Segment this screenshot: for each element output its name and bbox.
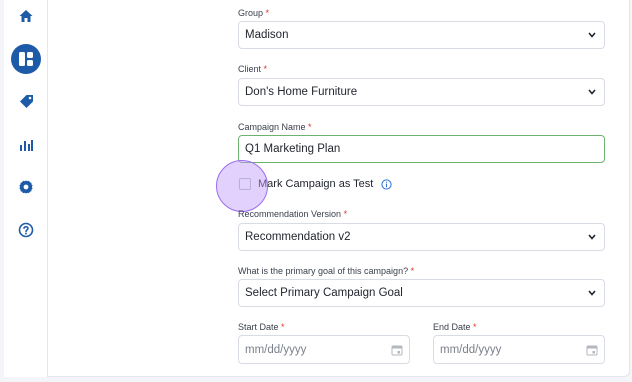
bar-chart-icon[interactable] xyxy=(12,131,40,159)
gear-icon[interactable] xyxy=(12,173,40,201)
primary-goal-select[interactable]: Select Primary Campaign Goal xyxy=(238,279,605,307)
tag-icon[interactable] xyxy=(12,87,40,115)
recommendation-version-select[interactable]: Recommendation v2 xyxy=(238,223,605,251)
chevron-down-icon xyxy=(588,234,596,240)
chevron-down-icon xyxy=(588,89,596,95)
client-select[interactable]: Don's Home Furniture xyxy=(238,78,605,106)
touch-indicator xyxy=(216,160,268,212)
chevron-down-icon xyxy=(588,32,596,38)
client-label: Client * xyxy=(238,64,268,74)
end-date-input[interactable]: mm/dd/yyyy xyxy=(433,335,605,364)
calendar-icon[interactable] xyxy=(391,344,403,356)
end-date-label: End Date * xyxy=(433,322,477,332)
start-date-input[interactable]: mm/dd/yyyy xyxy=(238,335,410,364)
sidebar xyxy=(4,0,48,377)
home-icon[interactable] xyxy=(12,2,40,30)
chevron-down-icon xyxy=(588,290,596,296)
info-icon[interactable] xyxy=(381,178,392,190)
calendar-icon[interactable] xyxy=(586,344,598,356)
campaign-name-label: Campaign Name * xyxy=(238,122,312,132)
campaign-name-input[interactable]: Q1 Marketing Plan xyxy=(238,135,605,163)
recommendation-version-label: Recommendation Version * xyxy=(238,209,348,219)
group-select[interactable]: Madison xyxy=(238,21,605,49)
primary-goal-label: What is the primary goal of this campaig… xyxy=(238,266,415,276)
help-icon[interactable] xyxy=(12,216,40,244)
group-label: Group * xyxy=(238,8,270,18)
test-checkbox-label: Mark Campaign as Test xyxy=(258,178,374,190)
dashboard-icon[interactable] xyxy=(10,43,42,75)
start-date-label: Start Date * xyxy=(238,322,285,332)
